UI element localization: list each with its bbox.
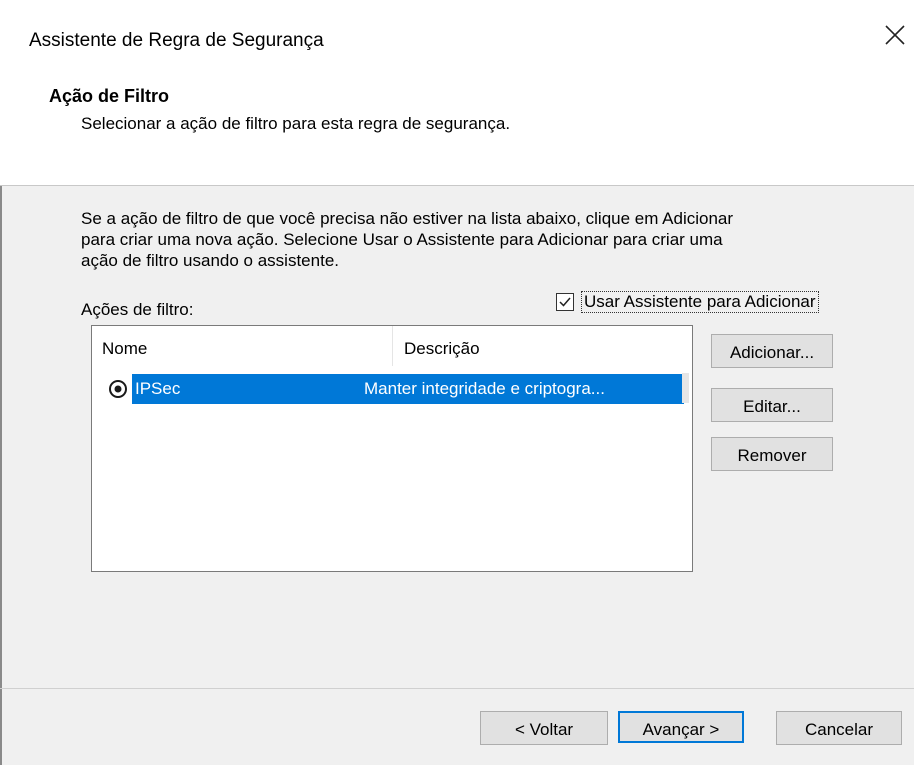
filter-actions-label: Ações de filtro:	[81, 300, 194, 319]
title-bar: Assistente de Regra de Segurança	[0, 0, 914, 70]
next-button[interactable]: Avançar >	[618, 711, 744, 743]
page-subtitle: Selecionar a ação de filtro para esta re…	[81, 114, 511, 133]
row-description: Manter integridade e criptogra...	[364, 379, 605, 398]
instructions-text: Se a ação de filtro de que você precisa …	[81, 209, 734, 270]
remove-button[interactable]: Remover	[711, 437, 833, 471]
list-scrollbar[interactable]	[682, 373, 689, 403]
filter-actions-list[interactable]: Nome Descrição IPSec Manter integridade …	[91, 325, 693, 572]
window-title: Assistente de Regra de Segurança	[29, 30, 324, 51]
column-divider[interactable]	[392, 326, 393, 366]
wizard-header: Ação de Filtro Selecionar a ação de filt…	[0, 70, 914, 186]
footer-divider	[0, 688, 914, 689]
column-header-name[interactable]: Nome	[102, 339, 147, 359]
use-wizard-checkbox[interactable]: Usar Assistente para Adicionar	[556, 290, 819, 314]
add-button[interactable]: Adicionar...	[711, 334, 833, 368]
cancel-button[interactable]: Cancelar	[776, 711, 902, 745]
back-button[interactable]: < Voltar	[480, 711, 608, 745]
close-icon[interactable]	[882, 22, 908, 48]
edit-button[interactable]: Editar...	[711, 388, 833, 422]
security-rule-wizard-dialog: Assistente de Regra de Segurança Ação de…	[0, 0, 914, 765]
list-item[interactable]: IPSec Manter integridade e criptogra...	[108, 374, 684, 404]
radio-selected-icon[interactable]	[108, 379, 128, 399]
page-title: Ação de Filtro	[49, 86, 170, 106]
checkbox-checked-icon[interactable]	[556, 293, 574, 311]
use-wizard-label[interactable]: Usar Assistente para Adicionar	[581, 291, 819, 313]
column-header-description[interactable]: Descrição	[404, 339, 480, 359]
row-name: IPSec	[135, 379, 181, 398]
